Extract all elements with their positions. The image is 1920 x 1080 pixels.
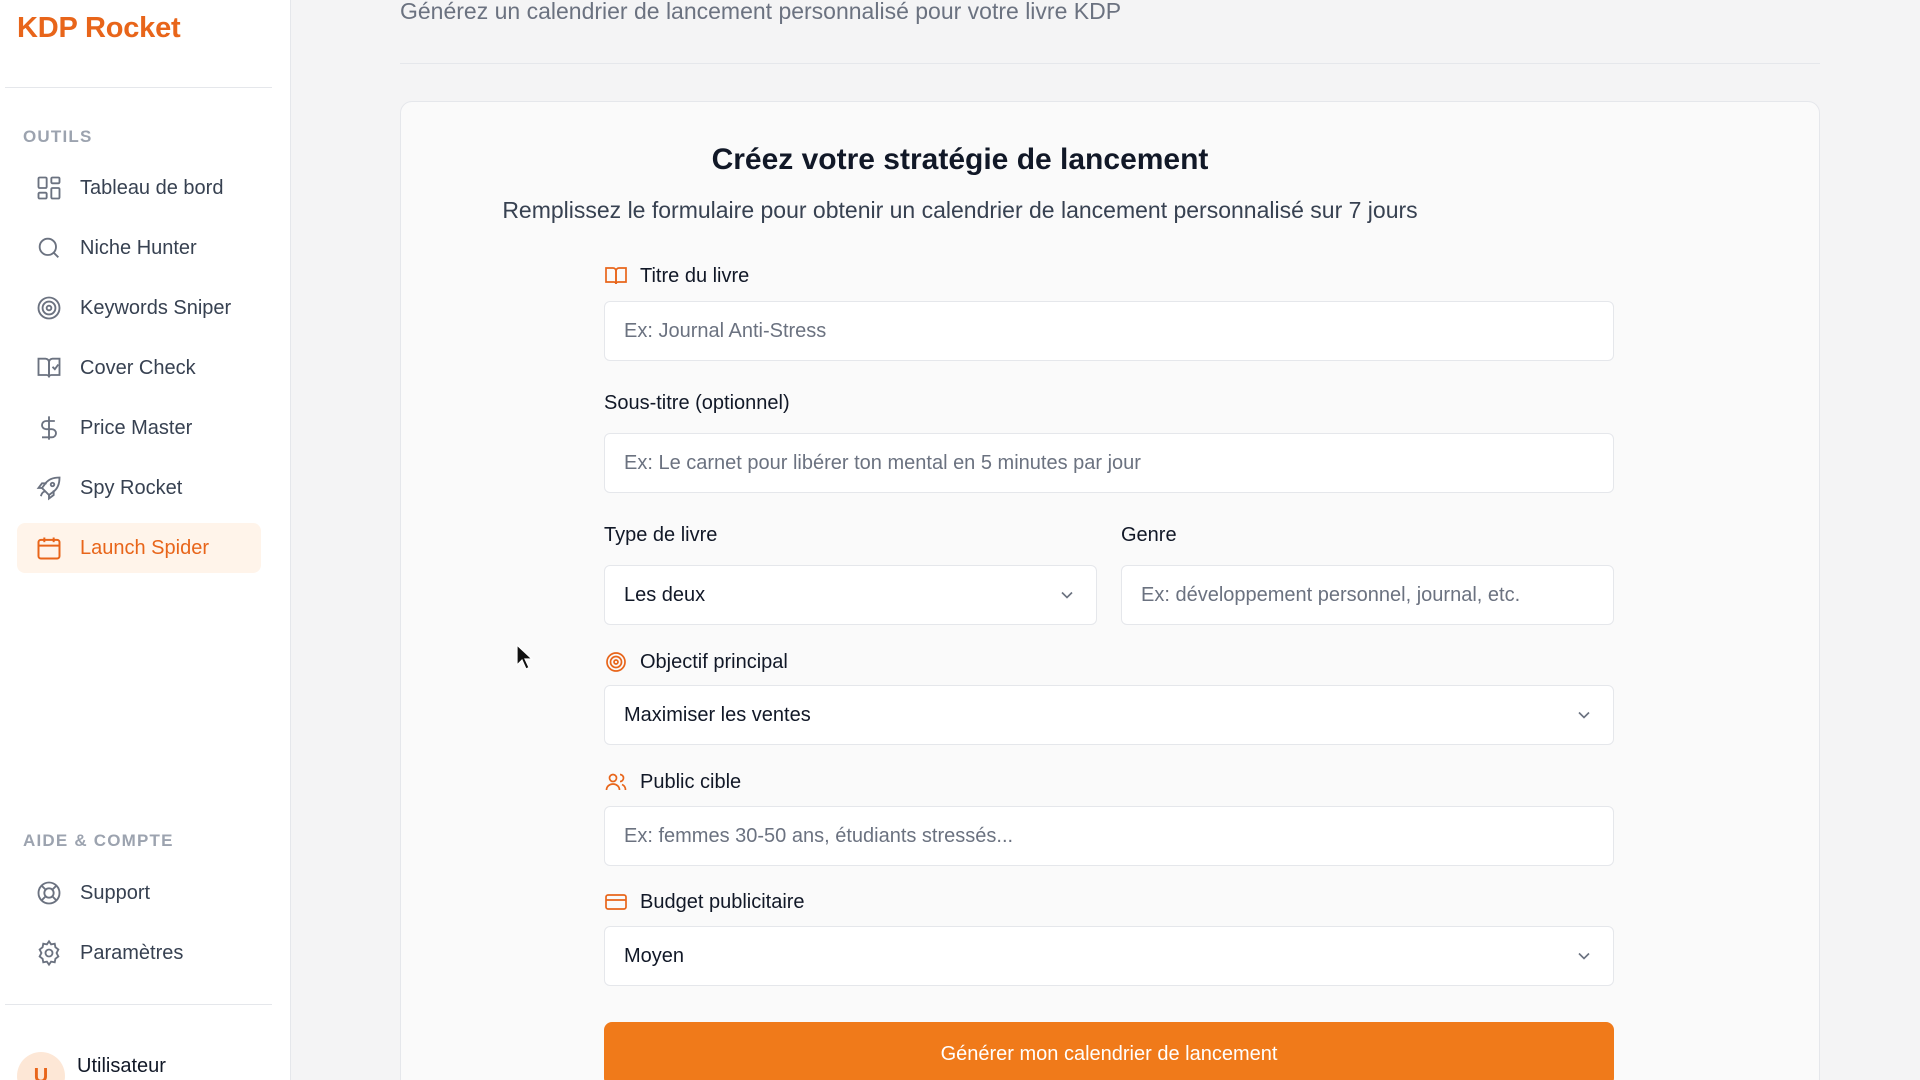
sidebar-item-keywords-sniper[interactable]: Keywords Sniper bbox=[17, 283, 261, 333]
chevron-down-icon bbox=[1574, 705, 1594, 725]
settings-gear-icon bbox=[34, 938, 64, 968]
open-book-icon bbox=[604, 264, 628, 288]
user-name: Utilisateur bbox=[77, 1055, 166, 1077]
sidebar-item-spy-rocket[interactable]: Spy Rocket bbox=[17, 463, 261, 513]
sidebar-item-label: Cover Check bbox=[80, 356, 196, 379]
book-subtitle-input[interactable] bbox=[604, 433, 1614, 493]
rocket-icon bbox=[34, 473, 64, 503]
objective-label-text: Objectif principal bbox=[640, 650, 788, 673]
audience-label: Public cible bbox=[604, 770, 741, 794]
book-type-value: Les deux bbox=[624, 583, 706, 606]
sidebar-item-label: Spy Rocket bbox=[80, 476, 183, 499]
audience-label-text: Public cible bbox=[640, 770, 742, 793]
objective-label: Objectif principal bbox=[604, 650, 788, 674]
target-icon bbox=[604, 650, 628, 674]
audience-input[interactable] bbox=[604, 806, 1614, 866]
target-icon bbox=[34, 293, 64, 323]
form-title: Créez votre stratégie de lancement bbox=[711, 143, 1209, 176]
sidebar-item-settings[interactable]: Paramètres bbox=[17, 928, 261, 978]
chevron-down-icon bbox=[1574, 946, 1594, 966]
sidebar-item-label: Paramètres bbox=[80, 941, 184, 964]
sidebar-item-niche-hunter[interactable]: Niche Hunter bbox=[17, 223, 261, 273]
calendar-icon bbox=[34, 533, 64, 563]
search-icon bbox=[34, 233, 64, 263]
credit-card-icon bbox=[604, 890, 628, 914]
book-type-label: Type de livre bbox=[604, 524, 718, 546]
book-check-icon bbox=[34, 353, 64, 383]
book-type-select[interactable]: Les deux bbox=[604, 565, 1097, 625]
sidebar-item-cover-check[interactable]: Cover Check bbox=[17, 343, 261, 393]
sidebar-item-price-master[interactable]: Price Master bbox=[17, 403, 261, 453]
budget-label: Budget publicitaire bbox=[604, 890, 805, 914]
sidebar-divider bbox=[5, 1004, 272, 1005]
book-subtitle-label: Sous-titre (optionnel) bbox=[604, 392, 790, 414]
lifebuoy-icon bbox=[34, 878, 64, 908]
help-section-title: AIDE & COMPTE bbox=[23, 831, 174, 850]
sidebar-item-label: Niche Hunter bbox=[80, 236, 197, 259]
objective-select[interactable]: Maximiser les ventes bbox=[604, 685, 1614, 745]
book-title-label-text: Titre du livre bbox=[640, 264, 750, 287]
genre-label: Genre bbox=[1121, 524, 1177, 546]
budget-value: Moyen bbox=[624, 944, 685, 967]
budget-label-text: Budget publicitaire bbox=[640, 890, 805, 913]
header-divider bbox=[400, 63, 1820, 64]
sidebar-item-support[interactable]: Support bbox=[17, 868, 261, 918]
brand-logo[interactable]: KDP Rocket bbox=[17, 12, 181, 45]
form-subtitle: Remplissez le formulaire pour obtenir un… bbox=[502, 197, 1418, 223]
sidebar-divider bbox=[5, 87, 272, 88]
page-subtitle: Générez un calendrier de lancement perso… bbox=[400, 0, 1122, 24]
dollar-icon bbox=[34, 413, 64, 443]
mouse-cursor-icon bbox=[516, 644, 534, 670]
sidebar-item-label: Price Master bbox=[80, 416, 193, 439]
sidebar-item-label: Keywords Sniper bbox=[80, 296, 232, 319]
sidebar-item-label: Launch Spider bbox=[80, 536, 209, 559]
users-icon bbox=[604, 770, 628, 794]
book-title-label: Titre du livre bbox=[604, 264, 749, 288]
sidebar-item-label: Support bbox=[80, 881, 151, 904]
budget-select[interactable]: Moyen bbox=[604, 926, 1614, 986]
objective-value: Maximiser les ventes bbox=[624, 703, 811, 726]
generate-calendar-button[interactable]: Générer mon calendrier de lancement bbox=[604, 1022, 1614, 1080]
sidebar-item-launch-spider[interactable]: Launch Spider bbox=[17, 523, 261, 573]
avatar: U bbox=[17, 1052, 65, 1080]
genre-input[interactable] bbox=[1121, 565, 1614, 625]
book-title-input[interactable] bbox=[604, 301, 1614, 361]
user-profile[interactable]: U Utilisateur bbox=[17, 1052, 166, 1080]
chevron-down-icon bbox=[1057, 585, 1077, 605]
